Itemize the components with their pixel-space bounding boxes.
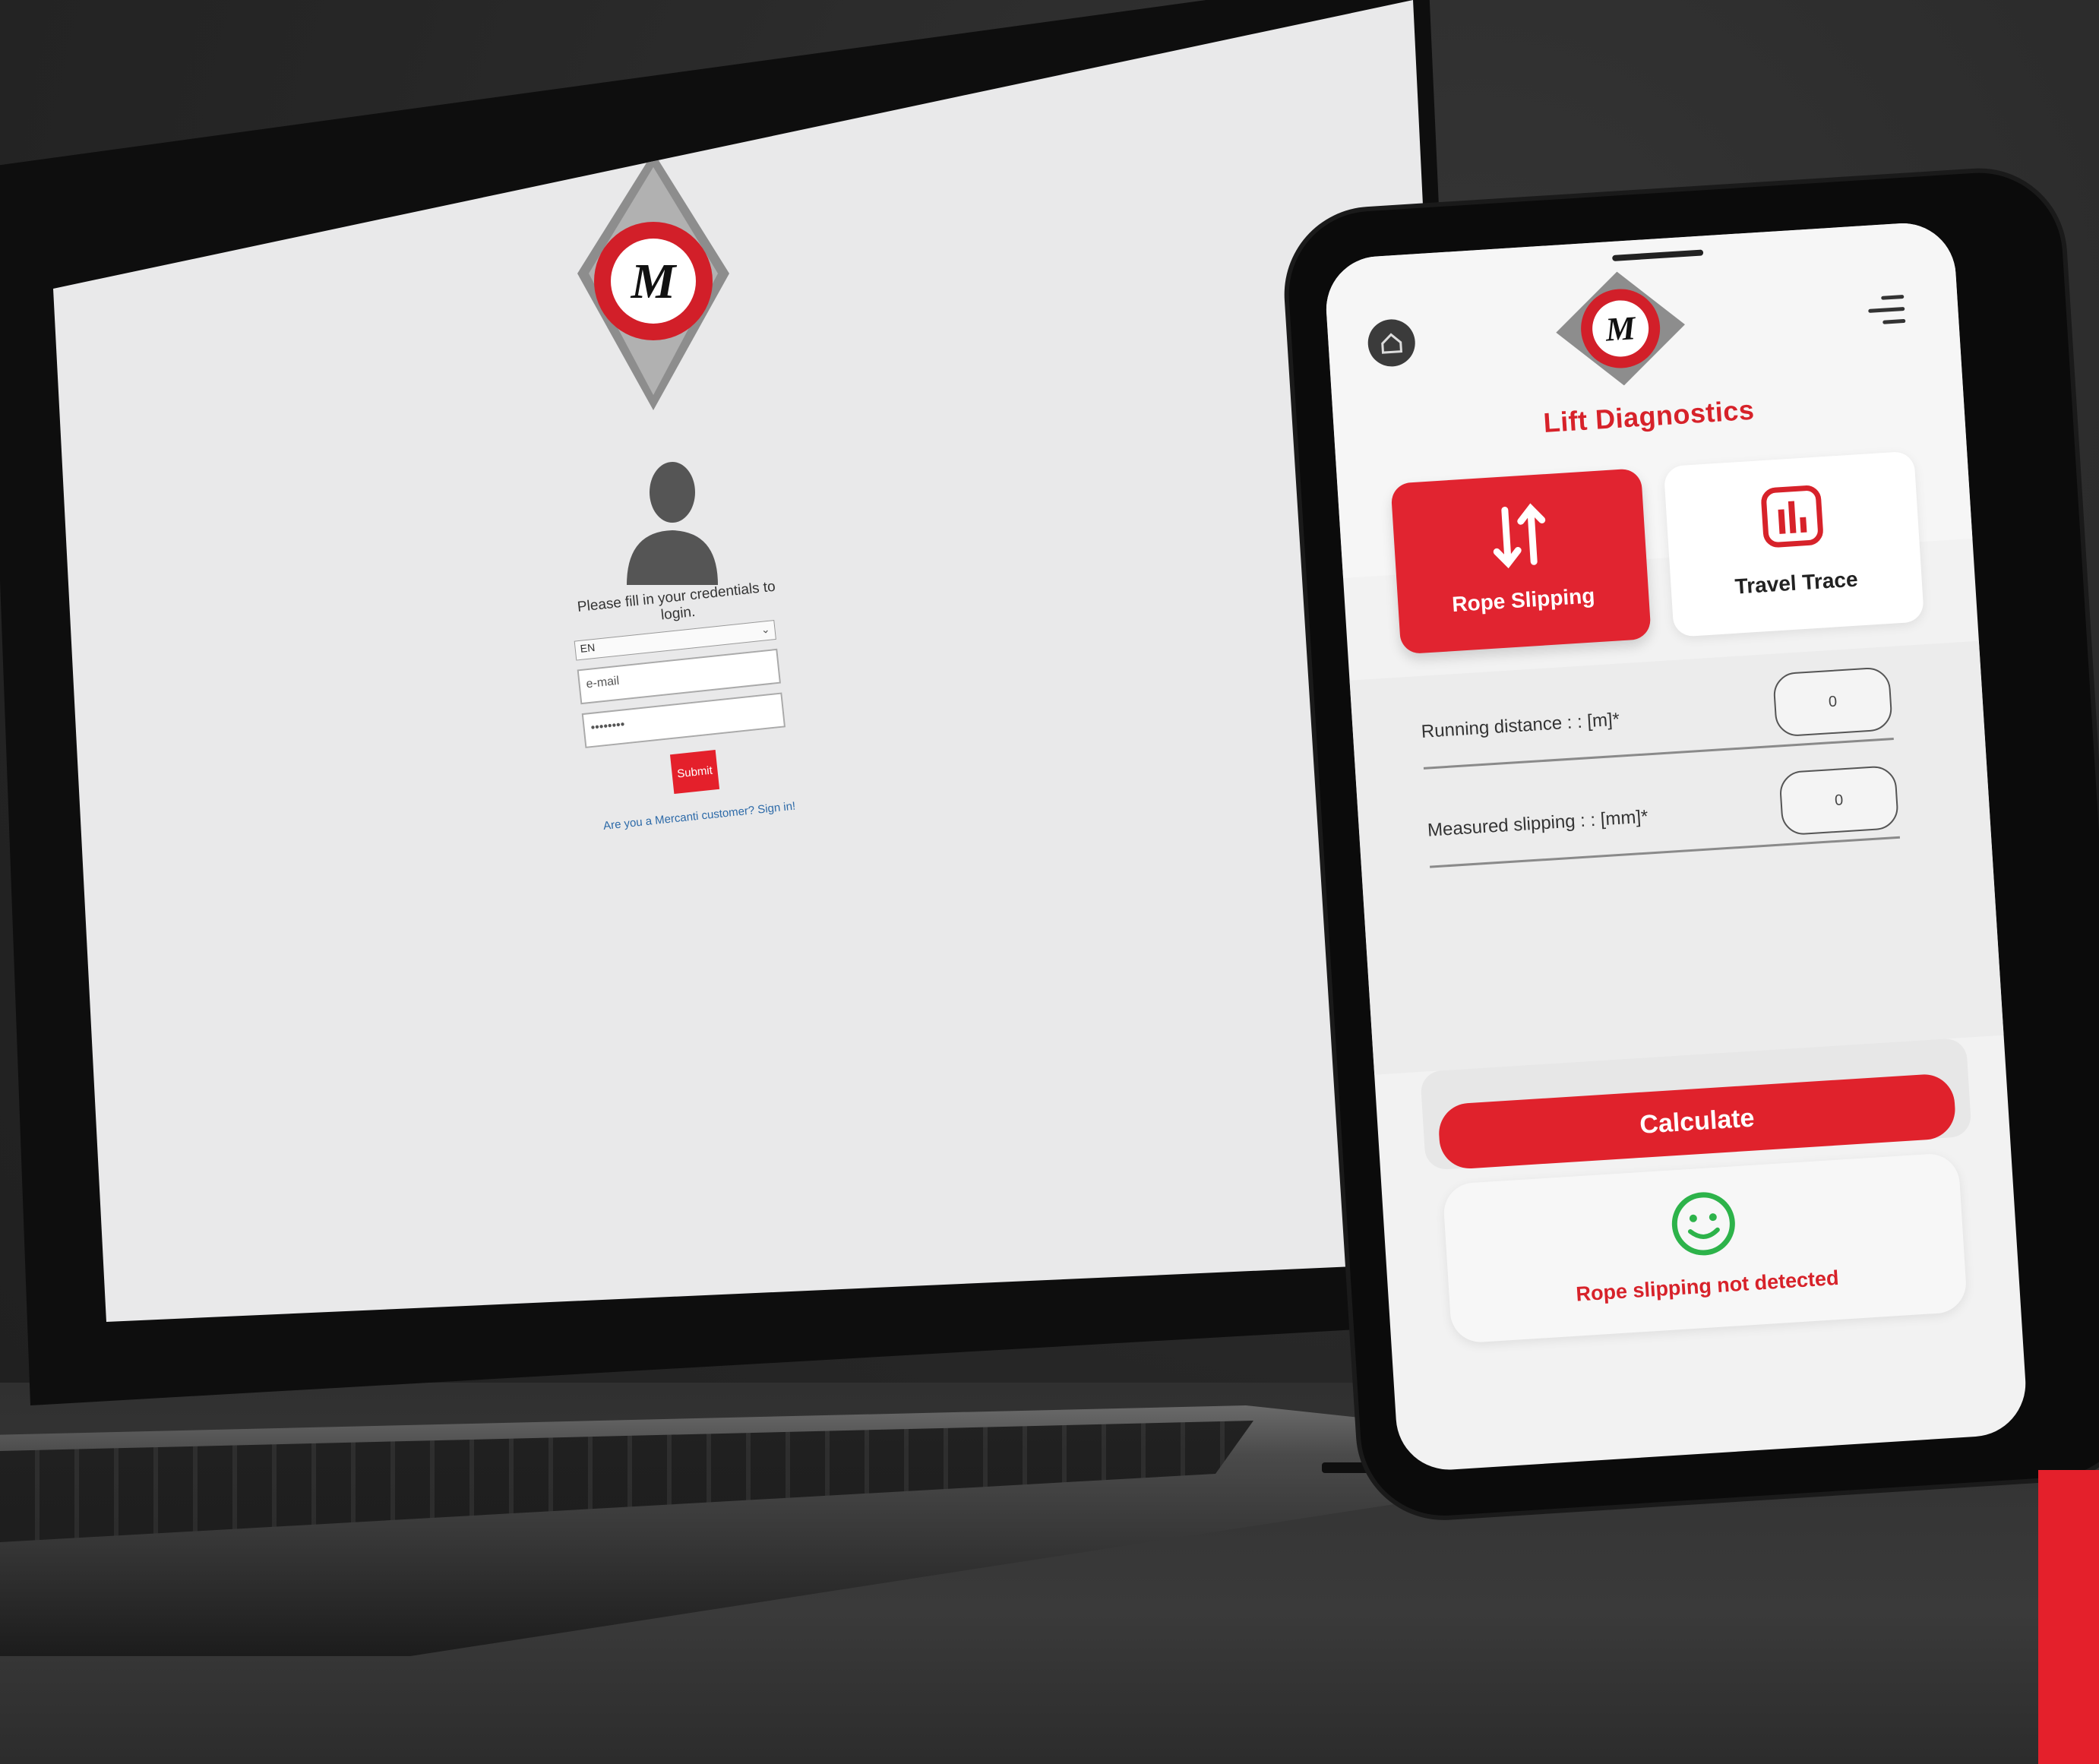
app-logo: M — [1556, 271, 1685, 386]
input-panel: Running distance : : [m]* 0 Measured sli… — [1349, 640, 2004, 1075]
measured-slipping-label: Measured slipping : : [mm]* — [1427, 806, 1649, 841]
phone-screen: M Lift Diagnostics Rope Slipping Travel … — [1323, 220, 2029, 1473]
svg-text:M: M — [1604, 309, 1638, 349]
chevron-down-icon: ⌄ — [760, 622, 771, 636]
up-down-arrows-icon — [1493, 503, 1546, 569]
field-row: Measured slipping : : [mm]* 0 — [1424, 760, 1901, 868]
login-form: Please fill in your credentials to login… — [570, 578, 815, 925]
tile-label: Rope Slipping — [1451, 583, 1596, 617]
svg-text:M: M — [631, 254, 678, 309]
brand-accent-bar — [2038, 1470, 2099, 1764]
measured-slipping-input[interactable]: 0 — [1778, 764, 1900, 836]
running-distance-label: Running distance : : [m]* — [1421, 709, 1620, 742]
menu-button[interactable] — [1867, 294, 1906, 330]
field-row: Running distance : : [m]* 0 — [1418, 662, 1894, 770]
language-value: EN — [579, 640, 596, 655]
home-icon — [1381, 333, 1403, 354]
result-card: Rope slipping not detected — [1442, 1152, 1968, 1345]
user-avatar-icon — [627, 462, 718, 585]
brand-logo: M — [577, 152, 729, 410]
bar-chart-icon — [1761, 485, 1823, 548]
tile-travel-trace[interactable]: Travel Trace — [1663, 450, 1925, 637]
tile-label: Travel Trace — [1734, 567, 1859, 599]
tile-rope-slipping[interactable]: Rope Slipping — [1390, 468, 1652, 655]
smiley-icon — [1671, 1192, 1735, 1256]
menu-icon — [1881, 294, 1905, 300]
submit-button[interactable]: Submit — [669, 750, 720, 795]
running-distance-input[interactable]: 0 — [1772, 666, 1894, 738]
signin-link[interactable]: Are you a Mercanti customer? Sign in! — [593, 798, 806, 833]
phone: M Lift Diagnostics Rope Slipping Travel … — [1284, 167, 2099, 1521]
result-text: Rope slipping not detected — [1575, 1266, 1840, 1306]
